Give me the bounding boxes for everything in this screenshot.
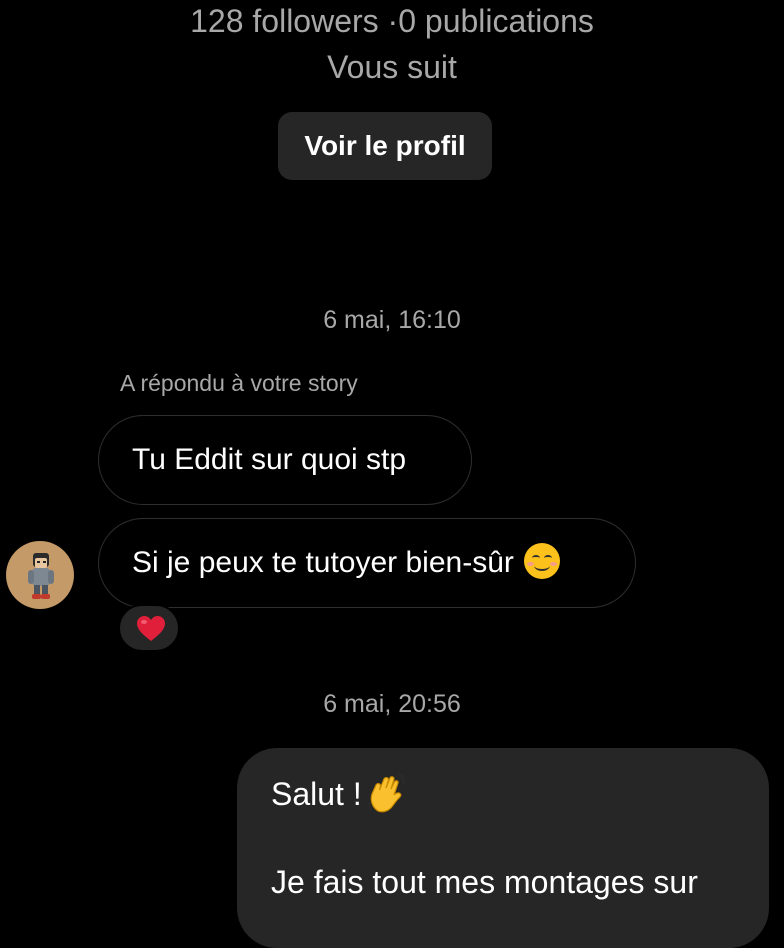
follow-status: Vous suit [327,49,457,85]
smiling-face-icon [523,543,560,579]
message-text: Je fais tout mes montages sur [271,864,698,900]
message-text: Tu Eddit sur quoi stp [132,443,407,476]
message-timestamp: 6 mai, 20:56 [323,690,461,718]
message-text: Salut ! [271,776,362,812]
story-reply-label: A répondu à votre story [120,370,358,396]
view-profile-button[interactable]: Voir le profil [278,112,492,180]
red-heart-icon [137,616,165,641]
message-timestamp: 6 mai, 16:10 [323,306,461,334]
avatar-image [6,541,74,609]
avatar[interactable] [6,541,74,609]
incoming-message-bubble[interactable]: Tu Eddit sur quoi stp [98,415,472,505]
waving-hand-icon [368,773,405,813]
message-text: Si je peux te tutoyer bien-sûr [132,546,514,579]
message-reaction[interactable] [118,604,180,652]
outgoing-message-bubble[interactable]: Salut ! Je fais tout mes montages sur [237,748,769,948]
incoming-message-bubble[interactable]: Si je peux te tutoyer bien-sûr [98,518,636,608]
profile-stats: 128 followers ·0 publications [190,3,594,39]
